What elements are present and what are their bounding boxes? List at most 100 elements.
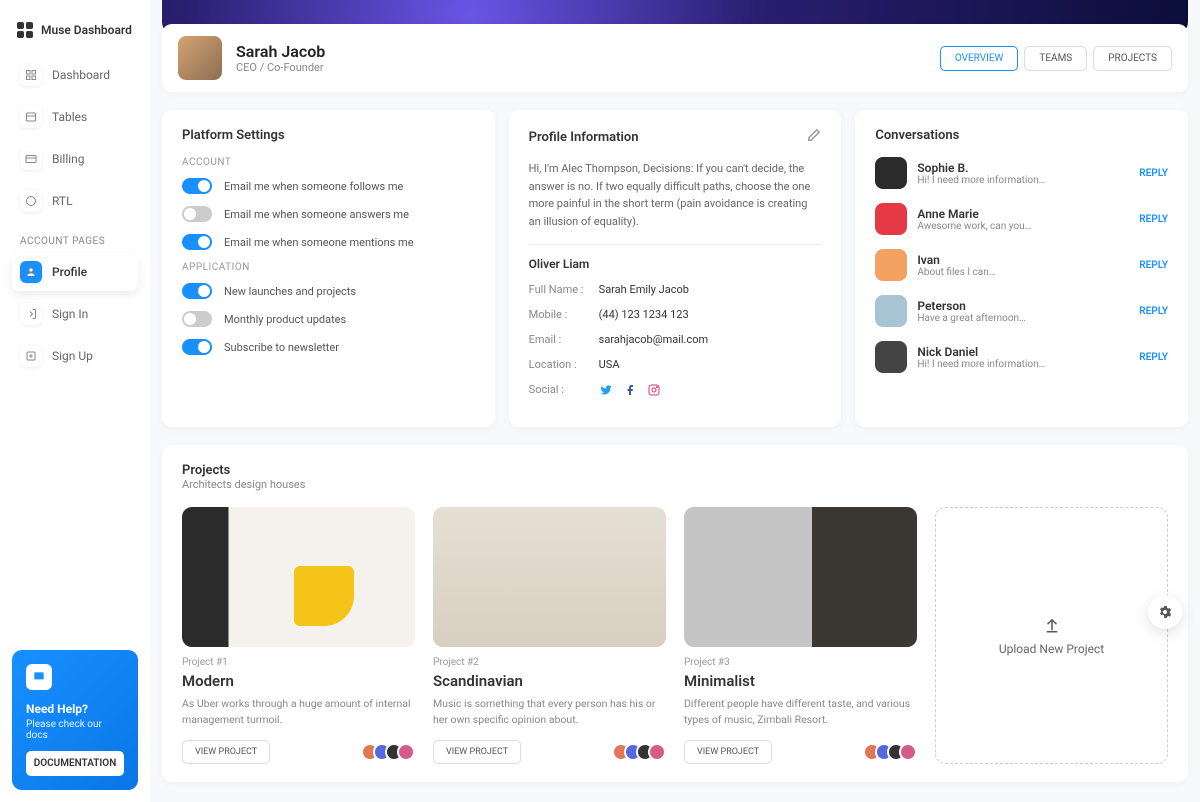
sidebar-item-dashboard[interactable]: Dashboard [12,56,138,94]
billing-icon [20,148,42,170]
projects-subtitle: Architects design houses [182,478,1168,491]
main-content: Sarah Jacob CEO / Co-Founder OVERVIEWTEA… [150,0,1200,802]
toggle-label: Monthly product updates [224,313,346,326]
conversation-item: Ivan About files I can… REPLY [875,249,1168,281]
setting-row: New launches and projects [182,283,475,299]
project-image [182,507,415,647]
sidebar-item-rtl[interactable]: RTL [12,182,138,220]
info-title: Profile Information [529,130,639,145]
member-avatars [367,743,415,761]
sidebar-item-profile[interactable]: Profile [12,253,138,291]
social-label: Social : [529,383,591,397]
nav-label: Sign Up [52,349,93,363]
project-name: Modern [182,672,415,690]
info-name: Oliver Liam [529,257,822,271]
profile-tabs: OVERVIEWTEAMSPROJECTS [940,46,1172,71]
instagram-icon[interactable] [647,383,661,397]
brand-logo: Muse Dashboard [12,12,138,56]
documentation-button[interactable]: DOCUMENTATION [26,751,124,776]
conversation-name: Nick Daniel [917,345,1045,359]
project-image [433,507,666,647]
tables-icon [20,106,42,128]
tab-teams[interactable]: TEAMS [1024,46,1087,71]
toggle-switch[interactable] [182,283,212,299]
facebook-icon[interactable] [623,383,637,397]
avatar [875,341,907,373]
info-row: Full Name : Sarah Emily Jacob [529,283,822,296]
member-avatars [618,743,666,761]
setting-row: Email me when someone answers me [182,206,475,222]
profile-info-card: Profile Information Hi, I'm Alec Thompso… [509,110,842,427]
platform-settings-card: Platform Settings ACCOUNT Email me when … [162,110,495,427]
help-title: Need Help? [26,702,124,716]
toggle-switch[interactable] [182,339,212,355]
info-row: Mobile : (44) 123 1234 123 [529,308,822,321]
setting-row: Email me when someone mentions me [182,234,475,250]
toggle-switch[interactable] [182,234,212,250]
help-card: Need Help? Please check our docs DOCUMEN… [12,650,138,790]
projects-card: Projects Architects design houses Projec… [162,445,1188,782]
nav-label: Profile [52,265,87,279]
toggle-switch[interactable] [182,178,212,194]
signup-icon [20,345,42,367]
conversation-message: Awesome work, can you… [917,221,1031,232]
help-subtitle: Please check our docs [26,719,124,741]
sidebar: Muse Dashboard Dashboard Tables Billing … [0,0,150,802]
setting-row: Subscribe to newsletter [182,339,475,355]
info-value: (44) 123 1234 123 [599,308,689,321]
sidebar-item-billing[interactable]: Billing [12,140,138,178]
nav-label: Tables [52,110,87,124]
sidebar-item-sign-in[interactable]: Sign In [12,295,138,333]
nav-label: Sign In [52,307,88,321]
toggle-label: Subscribe to newsletter [224,341,339,354]
conversation-item: Anne Marie Awesome work, can you… REPLY [875,203,1168,235]
settings-fab[interactable] [1148,595,1182,629]
project-description: As Uber works through a huge amount of i… [182,696,415,728]
member-avatars [869,743,917,761]
setting-row: Email me when someone follows me [182,178,475,194]
nav-label: Billing [52,152,85,166]
avatar [875,203,907,235]
view-project-button[interactable]: VIEW PROJECT [433,740,521,764]
tab-projects[interactable]: PROJECTS [1093,46,1172,71]
avatar [178,36,222,80]
edit-icon[interactable] [807,128,821,146]
project-card: Project #1 Modern As Uber works through … [182,507,415,764]
conversation-name: Ivan [917,253,995,267]
toggle-switch[interactable] [182,206,212,222]
conversation-message: Have a great afternoon… [917,313,1025,324]
reply-button[interactable]: REPLY [1139,352,1168,363]
info-row: Location : USA [529,358,822,371]
profile-bio: Hi, I'm Alec Thompson, Decisions: If you… [529,160,822,230]
settings-title: Platform Settings [182,128,475,143]
reply-button[interactable]: REPLY [1139,260,1168,271]
twitter-icon[interactable] [599,383,613,397]
view-project-button[interactable]: VIEW PROJECT [182,740,270,764]
upload-new-project[interactable]: Upload New Project [935,507,1168,764]
conversations-card: Conversations Sophie B. Hi! I need more … [855,110,1188,427]
reply-button[interactable]: REPLY [1139,168,1168,179]
sidebar-item-tables[interactable]: Tables [12,98,138,136]
project-card: Project #3 Minimalist Different people h… [684,507,917,764]
toggle-label: Email me when someone follows me [224,180,403,193]
tab-overview[interactable]: OVERVIEW [940,46,1019,71]
avatar [875,295,907,327]
info-key: Mobile : [529,308,591,321]
nav-section-label: ACCOUNT PAGES [12,224,138,253]
reply-button[interactable]: REPLY [1139,214,1168,225]
toggle-switch[interactable] [182,311,212,327]
conversation-message: About files I can… [917,267,995,278]
brand-name: Muse Dashboard [41,23,132,37]
profile-header: Sarah Jacob CEO / Co-Founder OVERVIEWTEA… [162,24,1188,92]
toggle-label: Email me when someone answers me [224,208,409,221]
project-number: Project #2 [433,657,666,668]
upload-label: Upload New Project [999,642,1104,656]
profile-icon [20,261,42,283]
info-key: Location : [529,358,591,371]
conversation-item: Sophie B. Hi! I need more information… R… [875,157,1168,189]
dashboard-icon [20,64,42,86]
sidebar-item-sign-up[interactable]: Sign Up [12,337,138,375]
reply-button[interactable]: REPLY [1139,306,1168,317]
project-description: Different people have different taste, a… [684,696,917,728]
view-project-button[interactable]: VIEW PROJECT [684,740,772,764]
